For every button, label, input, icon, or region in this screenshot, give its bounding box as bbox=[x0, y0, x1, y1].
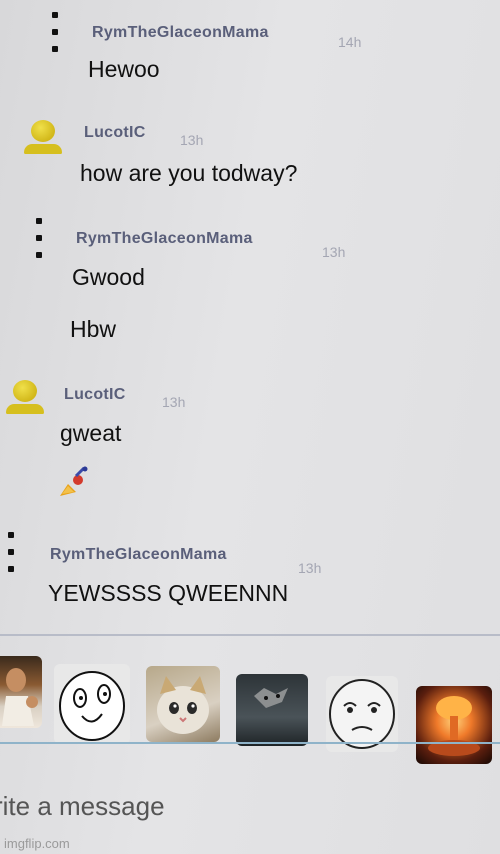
message-username[interactable]: RymTheGlaceonMama bbox=[92, 24, 269, 42]
message-username[interactable]: LucotIC bbox=[64, 386, 126, 404]
imgflip-watermark: imgflip.com bbox=[4, 836, 70, 851]
emoji-nuke-explosion[interactable] bbox=[416, 686, 492, 764]
user-avatar-icon[interactable] bbox=[24, 120, 62, 160]
message-timestamp: 13h bbox=[298, 560, 322, 576]
message-timestamp: 13h bbox=[180, 132, 204, 148]
message-username[interactable]: RymTheGlaceonMama bbox=[76, 230, 253, 248]
message-composer bbox=[0, 760, 500, 854]
message-text: how are you todway? bbox=[80, 160, 298, 186]
emoji-crying-cat[interactable] bbox=[146, 666, 220, 742]
emoji-cat-peek[interactable] bbox=[236, 674, 308, 746]
chat-screen: RymTheGlaceonMama 14h Hewoo LucotIC 13h … bbox=[0, 0, 500, 854]
composer-divider bbox=[0, 742, 500, 744]
emoji-okay-face[interactable] bbox=[326, 676, 398, 752]
message-input[interactable] bbox=[0, 790, 476, 823]
message-username[interactable]: RymTheGlaceonMama bbox=[50, 546, 227, 564]
kebab-menu-icon[interactable] bbox=[34, 218, 44, 258]
user-avatar-icon[interactable] bbox=[6, 380, 44, 420]
message-text: Hewoo bbox=[88, 56, 160, 82]
kebab-menu-icon[interactable] bbox=[50, 12, 60, 52]
message-text: Gwood bbox=[72, 264, 145, 290]
message-text: gweat bbox=[60, 420, 122, 446]
message-timestamp: 13h bbox=[162, 394, 186, 410]
emoji-tray bbox=[0, 642, 500, 764]
emoji-jesus-thumbs-up[interactable] bbox=[0, 656, 42, 728]
message-timestamp: 13h bbox=[322, 244, 346, 260]
message-text: Hbw bbox=[70, 316, 117, 342]
emoji-tray-divider bbox=[0, 634, 500, 636]
emoji-awesome-face[interactable] bbox=[54, 664, 130, 744]
gift-sparkle-icon bbox=[60, 466, 88, 496]
message-timestamp: 14h bbox=[338, 34, 362, 50]
message-text: YEWSSSS QWEENNN bbox=[48, 580, 289, 606]
message-username[interactable]: LucotIC bbox=[84, 124, 146, 142]
kebab-menu-icon[interactable] bbox=[6, 532, 16, 572]
